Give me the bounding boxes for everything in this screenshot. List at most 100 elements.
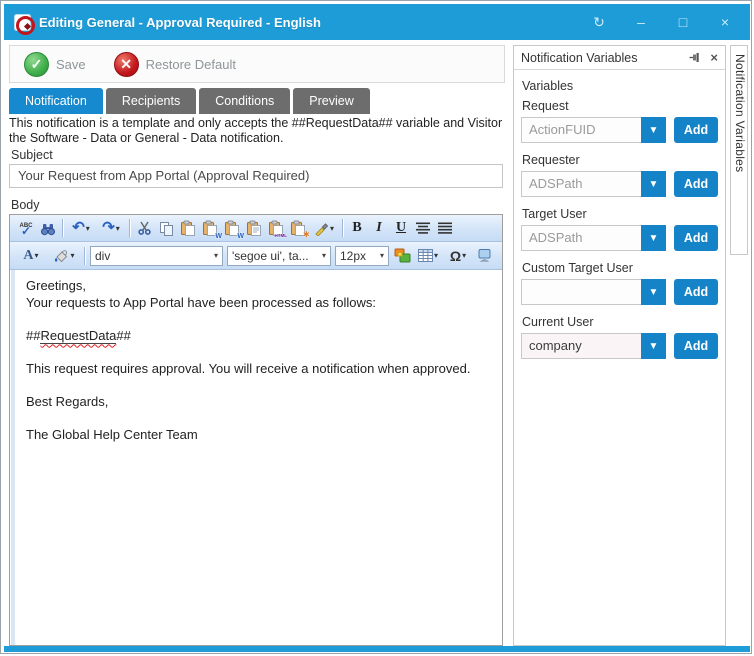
window-title: Editing General - Approval Required - En… (39, 15, 321, 30)
paste-special-icon[interactable]: ∗ (287, 217, 309, 239)
image-manager-icon[interactable] (391, 245, 413, 267)
format-painter-button[interactable]: ▾ (309, 217, 339, 239)
request-label: Request (522, 99, 718, 113)
paint-bucket-icon (53, 249, 69, 263)
chevron-down-icon: ▾ (434, 251, 438, 260)
subject-label: Subject (11, 148, 53, 162)
custom-target-user-dropdown-arrow-icon[interactable]: ▼ (641, 279, 666, 305)
undo-button[interactable]: ↶▾ (66, 217, 96, 239)
tab-conditions[interactable]: Conditions (199, 88, 290, 114)
omega-icon: Ω (450, 248, 461, 264)
target-user-variable-select[interactable]: ADSPath (521, 225, 641, 251)
request-add-button[interactable]: Add (674, 117, 718, 143)
panel-close-icon[interactable]: × (710, 52, 718, 64)
editor-blank-line (26, 344, 492, 361)
command-toolbar: ✓ Save ✕ Restore Default (9, 45, 505, 83)
requester-variable-select[interactable]: ADSPath (521, 171, 641, 197)
restore-x-icon: ✕ (114, 52, 139, 77)
font-size-select[interactable]: 12px ▾ (335, 246, 389, 266)
window-bottom-edge (4, 646, 750, 652)
save-label: Save (56, 57, 86, 72)
current-user-dropdown-arrow-icon[interactable]: ▼ (641, 333, 666, 359)
close-button[interactable]: × (716, 13, 734, 31)
chevron-down-icon: ▾ (462, 251, 466, 260)
target-user-dropdown-arrow-icon[interactable]: ▼ (641, 225, 666, 251)
refresh-icon[interactable]: ↻ (590, 13, 608, 31)
tab-preview[interactable]: Preview (293, 88, 369, 114)
italic-button[interactable]: I (368, 217, 390, 239)
editor-line: This request requires approval. You will… (26, 361, 492, 378)
justify-icon[interactable] (434, 217, 456, 239)
paste-from-word-icon[interactable]: W (199, 217, 221, 239)
variables-section-label: Variables (522, 79, 718, 93)
panel-body: Variables Request ActionFUID ▼ Add Reque… (514, 70, 725, 359)
table-icon (418, 249, 433, 262)
restore-default-button[interactable]: ✕ Restore Default (114, 52, 236, 77)
request-field-row: ActionFUID ▼ Add (521, 117, 718, 143)
chevron-down-icon: ▾ (35, 251, 39, 260)
custom-target-user-add-button[interactable]: Add (674, 279, 718, 305)
font-name-select[interactable]: 'segoe ui', ta... ▾ (227, 246, 331, 266)
editor-line: Your requests to App Portal have been pr… (26, 295, 492, 312)
current-user-add-button[interactable]: Add (674, 333, 718, 359)
editor-blank-line (26, 410, 492, 427)
requester-label: Requester (522, 153, 718, 167)
current-user-variable-select[interactable]: company (521, 333, 641, 359)
align-center-icon[interactable] (412, 217, 434, 239)
chevron-down-icon: ▾ (70, 251, 74, 260)
find-replace-icon[interactable] (37, 217, 59, 239)
request-variable-select[interactable]: ActionFUID (521, 117, 641, 143)
tab-notification[interactable]: Notification (9, 88, 103, 114)
paragraph-style-select[interactable]: div ▾ (90, 246, 223, 266)
insert-table-button[interactable]: ▾ (413, 245, 443, 267)
notification-variables-panel: Notification Variables × Variables Reque… (513, 45, 726, 646)
save-button[interactable]: ✓ Save (24, 52, 86, 77)
paste-as-html-icon[interactable]: HTML (265, 217, 287, 239)
editor-blank-line (26, 377, 492, 394)
paste-from-word-clean-icon[interactable]: W (221, 217, 243, 239)
background-color-button[interactable]: ▾ (47, 245, 81, 267)
body-label: Body (11, 198, 40, 212)
font-color-button[interactable]: A ▾ (15, 245, 47, 267)
panel-header: Notification Variables × (514, 46, 725, 70)
requester-field-row: ADSPath ▼ Add (521, 171, 718, 197)
body-editor-content[interactable]: Greetings, Your requests to App Portal h… (10, 270, 502, 645)
chevron-down-icon: ▾ (322, 251, 326, 260)
redo-button[interactable]: ↷▾ (96, 217, 126, 239)
paste-plain-text-icon[interactable] (243, 217, 265, 239)
current-user-label: Current User (522, 315, 718, 329)
chevron-down-icon: ▾ (86, 224, 90, 233)
separator (84, 247, 85, 265)
separator (342, 219, 343, 237)
minimize-button[interactable]: – (632, 13, 650, 31)
maximize-button[interactable]: □ (674, 13, 692, 31)
requester-dropdown-arrow-icon[interactable]: ▼ (641, 171, 666, 197)
underline-button[interactable]: U (390, 217, 412, 239)
custom-target-user-variable-select[interactable] (521, 279, 641, 305)
tab-bar: Notification Recipients Conditions Previ… (9, 88, 370, 114)
editor-line: Best Regards, (26, 394, 492, 411)
target-user-add-button[interactable]: Add (674, 225, 718, 251)
chevron-down-icon: ▾ (380, 251, 384, 260)
editor-toolbar-row-1: ABC✓ ↶▾ ↷▾ W W (10, 215, 502, 242)
request-dropdown-arrow-icon[interactable]: ▼ (641, 117, 666, 143)
tab-recipients[interactable]: Recipients (106, 88, 196, 114)
panel-title: Notification Variables (521, 51, 689, 65)
requester-add-button[interactable]: Add (674, 171, 718, 197)
bold-button[interactable]: B (346, 217, 368, 239)
pin-icon[interactable] (689, 52, 701, 63)
subject-input[interactable]: Your Request from App Portal (Approval R… (9, 164, 503, 188)
body-editor: ABC✓ ↶▾ ↷▾ W W (9, 214, 503, 646)
editor-toolbar-row-2: A ▾ ▾ div ▾ 'segoe ui', ta... ▾ 12px ▾ (10, 242, 502, 270)
copy-icon[interactable] (155, 217, 177, 239)
module-manager-icon[interactable] (473, 245, 495, 267)
app-portal-logo-icon (14, 14, 31, 31)
spellcheck-icon[interactable]: ABC✓ (15, 217, 37, 239)
special-character-button[interactable]: Ω ▾ (443, 245, 473, 267)
cut-icon[interactable] (133, 217, 155, 239)
paste-icon[interactable] (177, 217, 199, 239)
notification-variables-side-tab[interactable]: Notification Variables (730, 45, 748, 255)
editor-line: Greetings, (26, 278, 492, 295)
info-line-2: the Software - Data or General - Data no… (9, 131, 505, 146)
target-user-label: Target User (522, 207, 718, 221)
